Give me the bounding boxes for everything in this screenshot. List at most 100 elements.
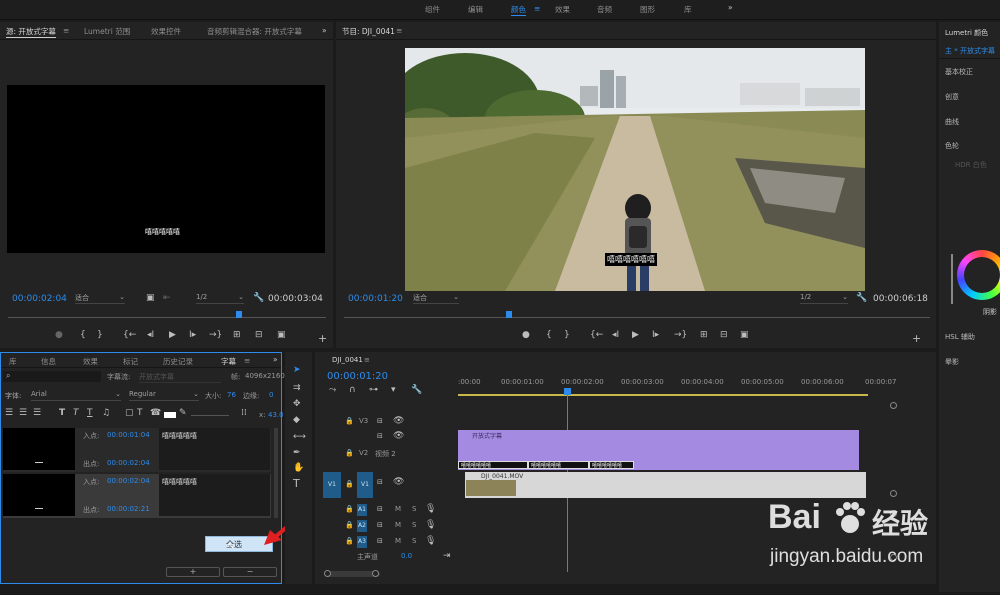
- camera-icon[interactable]: ▣: [277, 331, 286, 340]
- mute-label[interactable]: M: [395, 521, 401, 529]
- sync-icon[interactable]: ⊟: [377, 432, 383, 441]
- program-add-marker-icon[interactable]: ●: [522, 331, 530, 340]
- align-left-icon[interactable]: ☰: [5, 409, 13, 418]
- linked-icon[interactable]: ⊶: [369, 386, 378, 395]
- caption-out-time[interactable]: 00:00:02:04: [107, 459, 150, 467]
- workspace-menu-icon[interactable]: ≡: [534, 4, 540, 13]
- workspace-tab-color[interactable]: 颜色: [511, 4, 526, 16]
- lock-icon[interactable]: 🔒: [345, 521, 354, 530]
- lumetri-section-vignette[interactable]: 晕影: [945, 357, 959, 367]
- sync-icon[interactable]: ⊟: [377, 537, 383, 546]
- source-timecode[interactable]: 00:00:02:04: [12, 294, 67, 304]
- caption-text-field[interactable]: 嘻嘻嘻嘻嘻: [159, 474, 270, 516]
- settings-wrench-icon[interactable]: 🔧: [253, 294, 264, 303]
- solo-label[interactable]: S: [412, 521, 416, 529]
- solo-label[interactable]: S: [412, 537, 416, 545]
- timeline-timecode[interactable]: 00:00:01:20: [327, 371, 388, 382]
- timeline-wrench-icon[interactable]: 🔧: [411, 386, 422, 395]
- caption-entry-1[interactable]: 入点: 00:00:01:04 出点: 00:00:02:04 嘻嘻嘻嘻嘻: [3, 428, 271, 472]
- program-camera-icon[interactable]: ▣: [740, 331, 749, 340]
- align-center-icon[interactable]: ☰: [19, 409, 27, 418]
- workspace-tab-effects[interactable]: 效果: [555, 4, 570, 15]
- source-resolution-select[interactable]: 1/2 ⌄: [196, 293, 244, 304]
- type-tool-icon[interactable]: T: [293, 478, 300, 489]
- play-icon[interactable]: ▶: [169, 331, 176, 340]
- magnet-icon[interactable]: ∩: [349, 386, 356, 395]
- sync-icon[interactable]: ⊟: [377, 417, 383, 426]
- microphone-icon[interactable]: 🎙: [425, 505, 436, 514]
- microphone-icon[interactable]: 🎙: [425, 521, 436, 530]
- position-grid-icon[interactable]: ⁞⁞: [241, 409, 247, 418]
- lock-icon[interactable]: 🔒: [345, 417, 354, 426]
- workspace-tab-assembly[interactable]: 组件: [425, 4, 440, 15]
- sync-icon[interactable]: ⊟: [377, 521, 383, 530]
- program-playhead[interactable]: [506, 311, 512, 318]
- ripple-edit-tool-icon[interactable]: ✥: [293, 400, 301, 409]
- shadow-color-wheel[interactable]: [957, 250, 1000, 300]
- lock-icon[interactable]: 🔒: [345, 480, 354, 489]
- solo-label[interactable]: S: [412, 505, 416, 513]
- program-step-back-icon[interactable]: ◂I: [612, 331, 619, 340]
- panel-overflow-icon[interactable]: »: [322, 26, 327, 35]
- program-scrub-bar[interactable]: [344, 311, 930, 323]
- captions-menu-icon[interactable]: ≡: [244, 356, 250, 365]
- program-add-button-icon[interactable]: +: [912, 333, 921, 344]
- pen-tool-icon[interactable]: ✒: [293, 449, 301, 458]
- edge-value[interactable]: 0: [269, 391, 273, 399]
- track-select-tool-icon[interactable]: ⇉: [293, 384, 301, 393]
- color-swatch[interactable]: [164, 412, 176, 418]
- lock-icon[interactable]: 🔒: [345, 449, 354, 458]
- x-value[interactable]: 43.0: [268, 411, 284, 419]
- timeline-horizontal-scrollbar[interactable]: [324, 570, 380, 577]
- sequence-tab[interactable]: DJI_0041: [332, 356, 363, 364]
- eyedropper-icon[interactable]: ✎: [179, 409, 187, 418]
- underline-icon[interactable]: T: [87, 409, 93, 418]
- lift-icon[interactable]: ⊞: [700, 331, 708, 340]
- caption-segment-3[interactable]: 嘻嘻嘻嘻嘻嘻: [589, 461, 634, 469]
- workspace-overflow-icon[interactable]: »: [728, 3, 733, 12]
- lumetri-section-curves[interactable]: 曲线: [945, 117, 959, 127]
- text-color-icon[interactable]: T: [137, 409, 143, 418]
- timeline-ruler[interactable]: :00:00 00:00:01:00 00:00:02:00 00:00:03:…: [458, 378, 928, 398]
- caption-segment-1[interactable]: 嘻嘻嘻嘻嘻嘻: [458, 461, 528, 469]
- tab-lumetri-scopes[interactable]: Lumetri 范围: [84, 26, 130, 37]
- caption-entry-2[interactable]: 入点: 00:00:02:04 出点: 00:00:02:21 嘻嘻嘻嘻嘻: [3, 474, 271, 518]
- caption-in-time[interactable]: 00:00:01:04: [107, 431, 150, 439]
- program-go-to-out-icon[interactable]: →}: [674, 331, 687, 340]
- go-to-out-icon[interactable]: →}: [209, 331, 222, 340]
- workspace-tab-audio[interactable]: 音频: [597, 4, 612, 15]
- master-track-value[interactable]: 0.0: [401, 552, 412, 560]
- mark-in-icon[interactable]: {: [80, 331, 86, 340]
- go-to-in-icon[interactable]: {←: [123, 331, 136, 340]
- lumetri-section-wheels[interactable]: 色轮: [945, 141, 959, 151]
- caption-segment-2[interactable]: 嘻嘻嘻嘻嘻嘻: [528, 461, 589, 469]
- program-fit-select[interactable]: 适合 ⌄: [413, 293, 459, 304]
- track-v1-toggle[interactable]: V1: [357, 472, 373, 498]
- razor-tool-icon[interactable]: ◆: [293, 416, 300, 425]
- lumetri-section-creative[interactable]: 创意: [945, 92, 959, 102]
- font-style-select[interactable]: Regular ⌄: [129, 390, 199, 401]
- program-mark-out-icon[interactable]: }: [564, 331, 570, 340]
- program-mark-in-icon[interactable]: {: [546, 331, 552, 340]
- track-a1-toggle[interactable]: A1: [357, 504, 367, 516]
- mute-label[interactable]: M: [395, 505, 401, 513]
- step-forward-icon[interactable]: I▸: [189, 331, 196, 340]
- tab-info[interactable]: 信息: [41, 356, 56, 367]
- tab-library[interactable]: 库: [9, 356, 17, 367]
- align-right-icon[interactable]: ☰: [33, 409, 41, 418]
- step-back-icon[interactable]: ◂I: [147, 331, 154, 340]
- caption-out-time[interactable]: 00:00:02:21: [107, 505, 150, 513]
- program-settings-wrench-icon[interactable]: 🔧: [856, 294, 867, 303]
- source-v1-button[interactable]: V1: [323, 472, 341, 498]
- music-note-icon[interactable]: ♫: [102, 409, 110, 418]
- lock-icon[interactable]: 🔒: [345, 505, 354, 514]
- style-icon[interactable]: ☎: [150, 409, 161, 418]
- program-tab-menu-icon[interactable]: ≡: [396, 26, 402, 35]
- sync-icon[interactable]: ⊟: [377, 505, 383, 514]
- slip-tool-icon[interactable]: ⟷: [293, 433, 306, 442]
- caption-in-time[interactable]: 00:00:02:04: [107, 477, 150, 485]
- selection-tool-icon[interactable]: ➤: [293, 366, 301, 375]
- captions-overflow-icon[interactable]: »: [273, 355, 278, 364]
- lumetri-section-hsl[interactable]: HSL 辅助: [945, 332, 975, 342]
- insert-icon[interactable]: ⊞: [233, 331, 241, 340]
